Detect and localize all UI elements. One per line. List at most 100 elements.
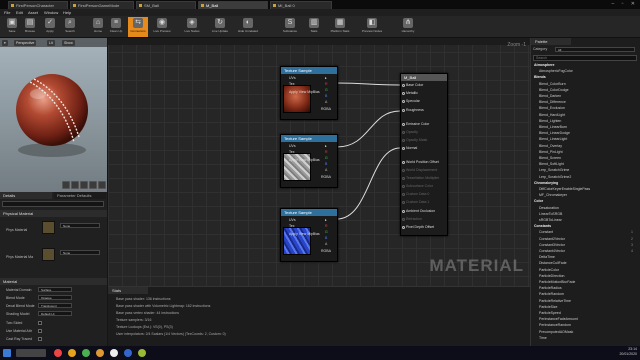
- plane-icon[interactable]: [80, 181, 88, 189]
- details-tab[interactable]: Details: [0, 192, 52, 199]
- palette-item[interactable]: AtmosphericFogColor: [539, 69, 635, 74]
- palette-item[interactable]: Blend_ColorDodge: [539, 88, 635, 93]
- pin-rgba[interactable]: RGBA: [321, 249, 331, 253]
- live-update-button[interactable]: ↻ Live Update: [210, 17, 230, 37]
- palette-item[interactable]: ParticleRandom: [539, 292, 635, 297]
- pin-custom-data-0[interactable]: Custom Data 0: [406, 192, 429, 196]
- sphere-icon[interactable]: [71, 181, 79, 189]
- teapot-icon[interactable]: [98, 181, 106, 189]
- pin-a[interactable]: A: [325, 242, 327, 246]
- pin-uvs[interactable]: UVs: [289, 144, 296, 148]
- material-result-node[interactable]: M_Ball Base Color Metallic Specular Roug…: [400, 73, 448, 236]
- texture-sample-node-basecolor[interactable]: Texture Sample UVs Tex Apply View MipBia…: [280, 66, 338, 120]
- tab-firstpersongamemode[interactable]: FirstPersonGameMode: [70, 1, 134, 9]
- pin-b[interactable]: B: [325, 162, 327, 166]
- pin-a[interactable]: A: [325, 168, 327, 172]
- pin-rgba[interactable]: RGBA: [321, 107, 331, 111]
- pin-pixel-depth-offset[interactable]: Pixel Depth Offset: [406, 225, 434, 229]
- palette-item[interactable]: Blend_SoftLight: [539, 162, 635, 167]
- pin-tex[interactable]: Tex: [289, 150, 294, 154]
- section-material[interactable]: Material: [0, 278, 107, 285]
- palette-item[interactable]: DiffColorKeyerEnableSinglePass: [539, 187, 635, 192]
- cleanup-button[interactable]: ≡ Clean Up: [106, 17, 126, 37]
- details-search-input[interactable]: [2, 201, 104, 207]
- pin-custom-data-1[interactable]: Custom Data 1: [406, 200, 429, 204]
- preview-nodes-button[interactable]: ◧ Preview Nodes: [362, 17, 382, 37]
- cube-icon[interactable]: [89, 181, 97, 189]
- chrome-icon[interactable]: [82, 349, 90, 357]
- palette-item[interactable]: DistanceCullFade: [539, 261, 635, 266]
- palette-item[interactable]: Constant4Vector 4: [539, 249, 635, 254]
- tab-sm-ball[interactable]: SM_Ball: [136, 1, 196, 9]
- substance-button[interactable]: S Substance: [280, 17, 300, 37]
- palette-tab[interactable]: Palette: [531, 38, 571, 45]
- palette-item[interactable]: Blend_LinearLight: [539, 137, 635, 142]
- palette-item[interactable]: Blend_Darken: [539, 94, 635, 99]
- palette-category[interactable]: Constants: [534, 224, 630, 229]
- pin-r[interactable]: R: [325, 224, 328, 228]
- hierarchy-button[interactable]: ⋔ Hierarchy: [398, 17, 418, 37]
- palette-item[interactable]: Lerp_ScratchGrime2: [539, 175, 635, 180]
- app-icon[interactable]: [96, 349, 104, 357]
- palette-item[interactable]: Blend_Overlay: [539, 144, 635, 149]
- unreal-icon[interactable]: [110, 349, 118, 357]
- pin-tex[interactable]: Tex: [289, 82, 294, 86]
- apply-button[interactable]: ✓ Apply: [40, 17, 60, 37]
- palette-item[interactable]: MF_Chromakeyer: [539, 193, 635, 198]
- palette-item[interactable]: Constant 1: [539, 230, 635, 235]
- shading-model-dropdown[interactable]: Default Lit: [38, 311, 72, 316]
- tab-firstpersoncharacter[interactable]: FirstPersonCharacter: [8, 1, 68, 9]
- palette-item[interactable]: PrecomputedAOMask: [539, 330, 635, 335]
- palette-category[interactable]: Color: [534, 199, 630, 204]
- pin-r[interactable]: R: [325, 150, 328, 154]
- pin-rgb[interactable]: ▸: [325, 218, 327, 222]
- pin-g[interactable]: G: [325, 156, 328, 160]
- pin-rgb[interactable]: ▸: [325, 144, 327, 148]
- show-button[interactable]: Show: [62, 40, 75, 46]
- palette-item[interactable]: Blend_ColorBurn: [539, 82, 635, 87]
- tab-mi-ball[interactable]: MI_Ball 0: [270, 1, 332, 9]
- pin-world-displacement[interactable]: World Displacement: [406, 168, 437, 172]
- palette-item[interactable]: Blend_PinLight: [539, 150, 635, 155]
- hide-unrelated-button[interactable]: ◐ Hide Unrelated: [238, 17, 258, 37]
- pin-uvs[interactable]: UVs: [289, 218, 296, 222]
- decal-blend-mode-dropdown[interactable]: Translucent: [38, 303, 72, 308]
- home-button[interactable]: ⌂ Home: [88, 17, 108, 37]
- palette-item[interactable]: PerInstanceFadeAmount: [539, 317, 635, 322]
- menu-edit[interactable]: Edit: [16, 9, 23, 16]
- material-graph[interactable]: Zoom -1 MATERIAL Texture Sample UVs Tex …: [108, 38, 530, 286]
- pin-b[interactable]: B: [325, 236, 327, 240]
- pin-subsurface-color[interactable]: Subsurface Color: [406, 184, 433, 188]
- phys-material-dropdown[interactable]: None: [60, 223, 100, 228]
- connectors-button[interactable]: ⇆ Connectors: [128, 17, 148, 37]
- app-icon[interactable]: [124, 349, 132, 357]
- preview-viewport[interactable]: ▾ Perspective Lit Show: [0, 38, 107, 192]
- taskbar-search-input[interactable]: [16, 349, 46, 357]
- window-controls[interactable]: – ▫ ✕: [611, 1, 638, 7]
- opera-icon[interactable]: [54, 349, 62, 357]
- pin-ambient-occlusion[interactable]: Ambient Occlusion: [406, 209, 435, 213]
- palette-item[interactable]: ParticleDirection: [539, 274, 635, 279]
- pin-refraction[interactable]: Refraction: [406, 217, 422, 221]
- palette-item[interactable]: Desaturation: [539, 206, 635, 211]
- pin-apply-view-mipbias[interactable]: Apply View MipBias: [289, 158, 320, 162]
- pin-tessellation-multiplier[interactable]: Tessellation Multiplier: [406, 176, 439, 180]
- section-physical-material[interactable]: Physical Material: [0, 210, 107, 217]
- palette-item[interactable]: PerInstanceRandom: [539, 323, 635, 328]
- pin-r[interactable]: R: [325, 82, 328, 86]
- blend-mode-dropdown[interactable]: Opaque: [38, 295, 72, 300]
- palette-search-input[interactable]: Search: [533, 55, 637, 61]
- app-icon[interactable]: [138, 349, 146, 357]
- live-nodes-button[interactable]: ◈ Live Nodes: [182, 17, 202, 37]
- start-icon[interactable]: [3, 349, 11, 357]
- palette-item[interactable]: Blend_Screen: [539, 156, 635, 161]
- phys-material-mask-dropdown[interactable]: None: [60, 250, 100, 255]
- texture-sample-node-roughness[interactable]: Texture Sample UVs Tex Apply View MipBia…: [280, 134, 338, 188]
- pin-apply-view-mipbias[interactable]: Apply View MipBias: [289, 90, 320, 94]
- material-domain-dropdown[interactable]: Surface: [38, 287, 72, 292]
- browse-button[interactable]: ▤ Browse: [20, 17, 40, 37]
- pin-base-color[interactable]: Base Color: [406, 83, 423, 87]
- pin-opacity[interactable]: Opacity: [406, 130, 418, 134]
- clock[interactable]: 23:14 20/01/2020: [619, 347, 637, 357]
- lit-button[interactable]: Lit: [47, 40, 55, 46]
